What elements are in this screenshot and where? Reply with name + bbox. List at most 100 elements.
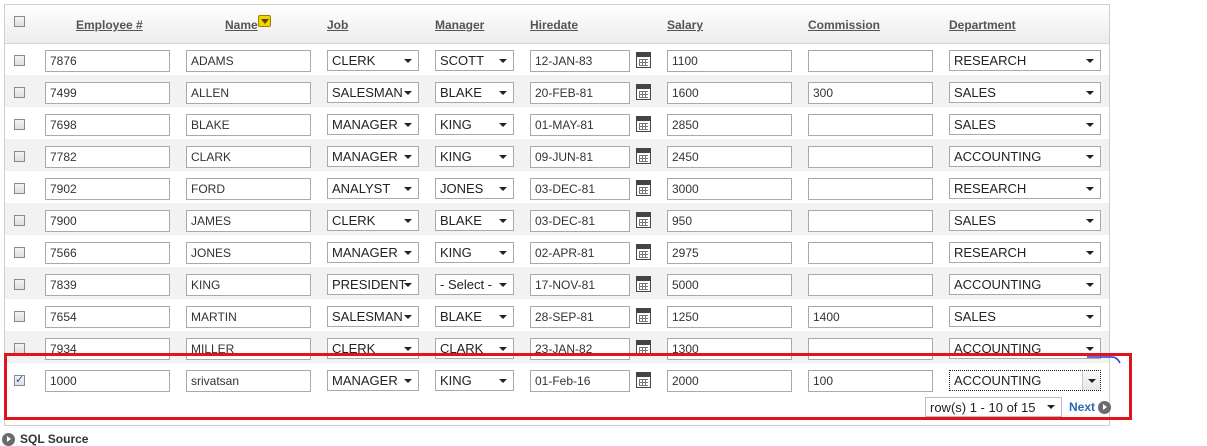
- column-header-hiredate[interactable]: Hiredate: [530, 18, 578, 32]
- job-select[interactable]: MANAGER: [327, 370, 419, 391]
- employee-number-field[interactable]: 7934: [45, 338, 170, 360]
- hiredate-field[interactable]: 03-DEC-81: [530, 178, 630, 200]
- employee-number-field[interactable]: 7902: [45, 178, 170, 200]
- salary-field[interactable]: 2000: [667, 370, 792, 392]
- sql-source-toggle[interactable]: SQL Source: [2, 432, 88, 446]
- name-field[interactable]: ADAMS: [186, 50, 311, 72]
- name-field[interactable]: CLARK: [186, 146, 311, 168]
- salary-field[interactable]: 1100: [667, 50, 792, 72]
- salary-field[interactable]: 2975: [667, 242, 792, 264]
- calendar-icon[interactable]: [636, 276, 651, 292]
- row-select-checkbox[interactable]: [14, 311, 25, 322]
- job-select[interactable]: CLERK: [327, 50, 419, 71]
- department-select[interactable]: RESEARCH: [949, 50, 1101, 71]
- row-select-checkbox[interactable]: [14, 247, 25, 258]
- column-header-salary[interactable]: Salary: [667, 18, 703, 32]
- hiredate-field[interactable]: 02-APR-81: [530, 242, 630, 264]
- column-header-name[interactable]: Name: [225, 18, 258, 32]
- salary-field[interactable]: 2450: [667, 146, 792, 168]
- department-select[interactable]: SALES: [949, 210, 1101, 231]
- department-select[interactable]: ACCOUNTING: [949, 274, 1101, 295]
- name-field[interactable]: FORD: [186, 178, 311, 200]
- employee-number-field[interactable]: 7876: [45, 50, 170, 72]
- salary-field[interactable]: 1300: [667, 338, 792, 360]
- calendar-icon[interactable]: [636, 244, 651, 260]
- manager-select[interactable]: BLAKE: [435, 82, 514, 103]
- name-field[interactable]: MILLER: [186, 338, 311, 360]
- job-select[interactable]: CLERK: [327, 338, 419, 359]
- salary-field[interactable]: 1600: [667, 82, 792, 104]
- manager-select[interactable]: JONES: [435, 178, 514, 199]
- employee-number-field[interactable]: 7839: [45, 274, 170, 296]
- job-select[interactable]: SALESMAN: [327, 82, 419, 103]
- manager-select[interactable]: CLARK: [435, 338, 514, 359]
- calendar-icon[interactable]: [636, 84, 651, 100]
- column-header-department[interactable]: Department: [949, 18, 1016, 32]
- department-select[interactable]: RESEARCH: [949, 178, 1101, 199]
- manager-select[interactable]: KING: [435, 242, 514, 263]
- employee-number-field[interactable]: 1000: [45, 370, 170, 392]
- select-all-checkbox[interactable]: [14, 16, 25, 27]
- name-field[interactable]: BLAKE: [186, 114, 311, 136]
- commission-field[interactable]: [808, 114, 933, 136]
- row-select-checkbox[interactable]: [14, 119, 25, 130]
- commission-field[interactable]: 300: [808, 82, 933, 104]
- next-page-link[interactable]: Next: [1069, 400, 1112, 415]
- row-select-checkbox[interactable]: [14, 183, 25, 194]
- hiredate-field[interactable]: 12-JAN-83: [530, 50, 630, 72]
- hiredate-field[interactable]: 01-Feb-16: [530, 370, 630, 392]
- commission-field[interactable]: [808, 274, 933, 296]
- manager-select[interactable]: BLAKE: [435, 210, 514, 231]
- calendar-icon[interactable]: [636, 148, 651, 164]
- hiredate-field[interactable]: 03-DEC-81: [530, 210, 630, 232]
- hiredate-field[interactable]: 20-FEB-81: [530, 82, 630, 104]
- employee-number-field[interactable]: 7782: [45, 146, 170, 168]
- manager-select[interactable]: BLAKE: [435, 306, 514, 327]
- column-header-job[interactable]: Job: [327, 18, 348, 32]
- calendar-icon[interactable]: [636, 212, 651, 228]
- row-select-checkbox[interactable]: [14, 55, 25, 66]
- calendar-icon[interactable]: [636, 308, 651, 324]
- employee-number-field[interactable]: 7566: [45, 242, 170, 264]
- row-select-checkbox[interactable]: [14, 151, 25, 162]
- manager-select[interactable]: KING: [435, 370, 514, 391]
- manager-select[interactable]: - Select -: [435, 274, 514, 295]
- hiredate-field[interactable]: 23-JAN-82: [530, 338, 630, 360]
- calendar-icon[interactable]: [636, 372, 651, 388]
- calendar-icon[interactable]: [636, 116, 651, 132]
- calendar-icon[interactable]: [636, 340, 651, 356]
- job-select[interactable]: PRESIDENT: [327, 274, 419, 295]
- job-select[interactable]: SALESMAN: [327, 306, 419, 327]
- commission-field[interactable]: [808, 210, 933, 232]
- job-select[interactable]: MANAGER: [327, 146, 419, 167]
- job-select[interactable]: CLERK: [327, 210, 419, 231]
- department-select[interactable]: SALES: [949, 82, 1101, 103]
- department-select[interactable]: RESEARCH: [949, 242, 1101, 263]
- salary-field[interactable]: 1250: [667, 306, 792, 328]
- name-field[interactable]: srivatsan: [186, 370, 311, 392]
- hiredate-field[interactable]: 09-JUN-81: [530, 146, 630, 168]
- salary-field[interactable]: 950: [667, 210, 792, 232]
- dropdown-button[interactable]: [1082, 371, 1100, 390]
- employee-number-field[interactable]: 7654: [45, 306, 170, 328]
- row-select-checkbox[interactable]: [14, 373, 25, 386]
- column-header-manager[interactable]: Manager: [435, 18, 484, 32]
- row-select-checkbox[interactable]: [14, 343, 25, 354]
- sort-menu-icon[interactable]: [258, 15, 271, 27]
- column-header-employee-number[interactable]: Employee #: [76, 18, 143, 32]
- department-select[interactable]: SALES: [949, 114, 1101, 135]
- calendar-icon[interactable]: [636, 52, 651, 68]
- salary-field[interactable]: 2850: [667, 114, 792, 136]
- commission-field[interactable]: [808, 50, 933, 72]
- name-field[interactable]: JONES: [186, 242, 311, 264]
- job-select[interactable]: MANAGER: [327, 242, 419, 263]
- salary-field[interactable]: 3000: [667, 178, 792, 200]
- department-select[interactable]: ACCOUNTING: [949, 146, 1101, 167]
- job-select[interactable]: MANAGER: [327, 114, 419, 135]
- manager-select[interactable]: KING: [435, 146, 514, 167]
- hiredate-field[interactable]: 17-NOV-81: [530, 274, 630, 296]
- manager-select[interactable]: KING: [435, 114, 514, 135]
- salary-field[interactable]: 5000: [667, 274, 792, 296]
- commission-field[interactable]: [808, 146, 933, 168]
- department-select[interactable]: SALES: [949, 306, 1101, 327]
